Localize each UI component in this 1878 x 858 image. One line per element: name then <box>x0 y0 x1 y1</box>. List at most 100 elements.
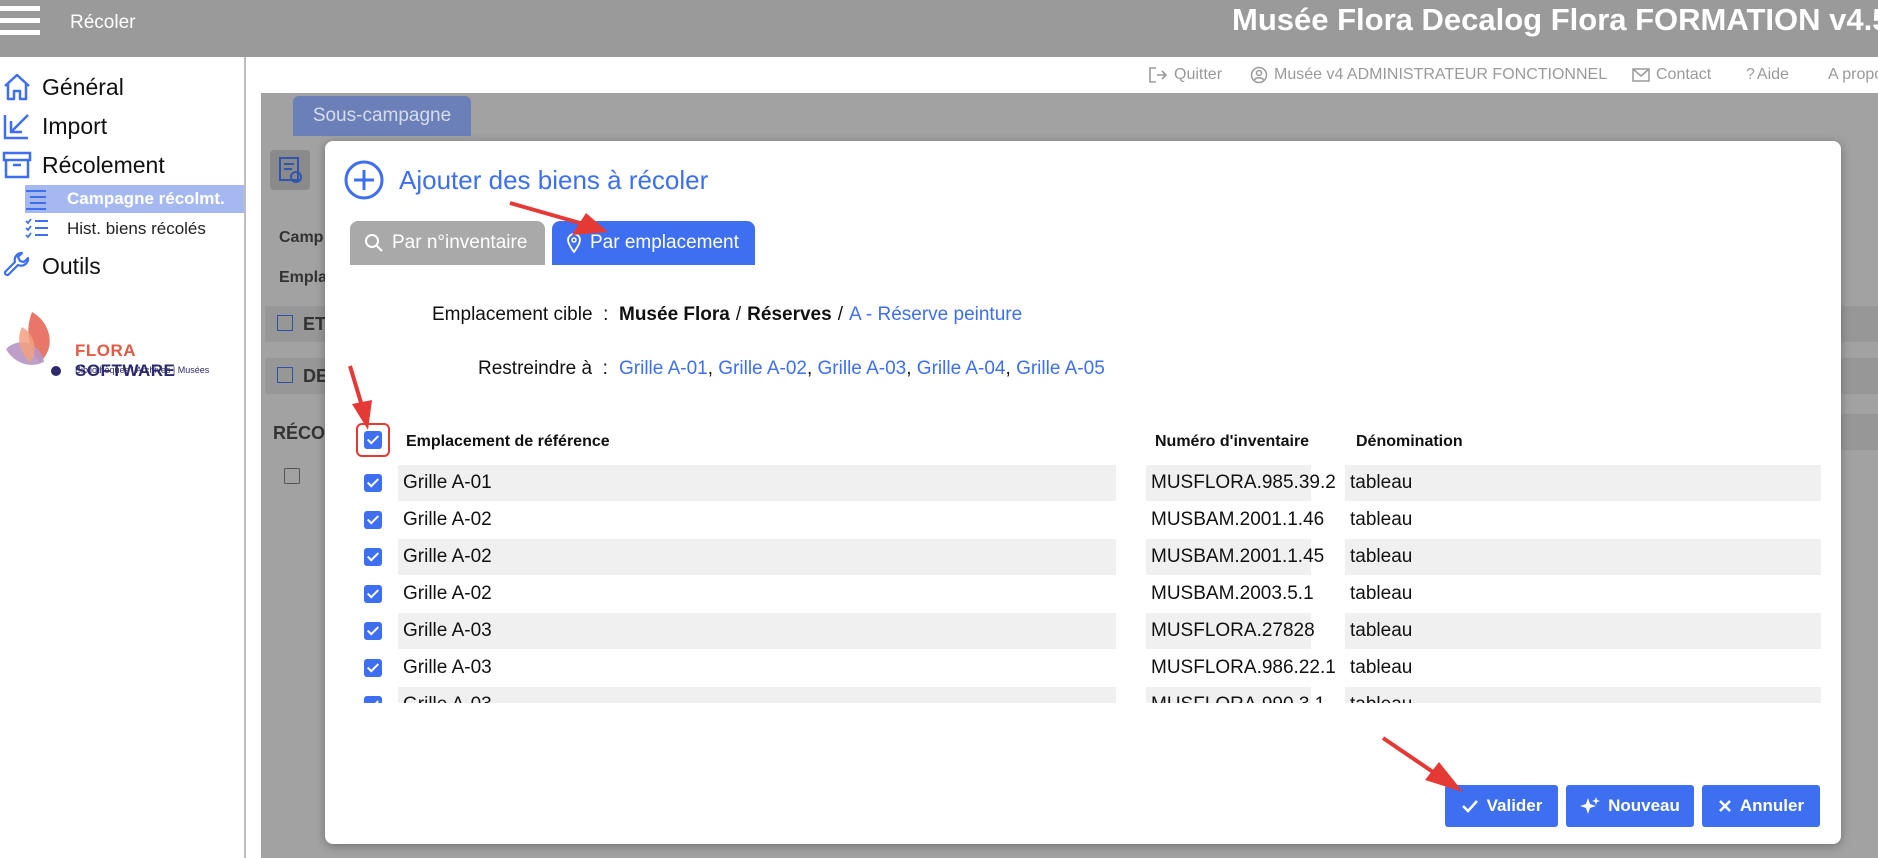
sidebar-item-recolement[interactable]: Récolement <box>0 148 165 182</box>
cell-inventory: MUSFLORA.985.39.2 <box>1146 465 1336 501</box>
add-items-modal: Ajouter des biens à récoler Par n°invent… <box>325 141 1841 844</box>
restrict-label: Restreindre à : <box>478 358 608 379</box>
row-checkbox[interactable] <box>364 548 382 566</box>
table-row[interactable]: Grille A-02 MUSBAM.2001.1.45 tableau <box>345 539 1821 575</box>
expand-icon[interactable] <box>277 315 293 331</box>
cell-name: tableau <box>1345 576 1821 612</box>
cell-inventory: MUSBAM.2001.1.45 <box>1146 539 1324 575</box>
hamburger-menu-icon[interactable] <box>0 6 40 36</box>
table-row[interactable]: Grille A-03 MUSFLORA.990.3.1 tableau <box>345 687 1821 703</box>
bg-checkbox[interactable] <box>284 468 300 484</box>
flora-software-logo: FLORA SOFTWARE Bibliothèques | Archives … <box>0 307 240 382</box>
bg-label-reco: RÉCO <box>273 423 326 443</box>
exit-icon <box>1149 67 1168 83</box>
cell-location: Grille A-03 <box>398 613 1116 649</box>
restrict-item[interactable]: Grille A-04 <box>917 358 1006 379</box>
row-checkbox[interactable] <box>364 585 382 603</box>
sidebar-item-label: Général <box>42 73 124 100</box>
about-link[interactable]: A propos <box>1828 66 1878 84</box>
flora-logo-icon <box>6 312 61 376</box>
tab-label: Par emplacement <box>590 232 739 253</box>
path-segment-current[interactable]: A - Réserve peinture <box>849 304 1022 325</box>
bg-label-emplacement: Empla <box>279 269 328 286</box>
restrict-item[interactable]: Grille A-01 <box>619 358 708 379</box>
contact-link[interactable]: Contact <box>1632 66 1711 84</box>
cell-location: Grille A-02 <box>398 576 1116 612</box>
cell-name: tableau <box>1345 613 1821 649</box>
cell-location: Grille A-02 <box>398 539 1116 575</box>
row-checkbox[interactable] <box>364 696 382 703</box>
envelope-icon <box>1632 68 1650 82</box>
quit-link[interactable]: Quitter <box>1148 66 1222 84</box>
column-header-inventory[interactable]: Numéro d'inventaire <box>1155 433 1309 451</box>
sidebar-item-outils[interactable]: Outils <box>0 249 101 283</box>
sidebar-item-import[interactable]: Import <box>0 109 107 143</box>
top-bar: Récoler Musée Flora Decalog Flora FORMAT… <box>0 0 1878 57</box>
contact-label: Contact <box>1656 66 1712 83</box>
table-row[interactable]: Grille A-01 MUSFLORA.985.39.2 tableau <box>345 465 1821 501</box>
restrict-item[interactable]: Grille A-03 <box>818 358 907 379</box>
question-icon: ? <box>1746 66 1755 83</box>
select-all-checkbox[interactable] <box>364 431 382 449</box>
wrench-icon <box>3 251 30 277</box>
user-label: Musée v4 ADMINISTRATEUR FONCTIONNEL <box>1274 66 1608 83</box>
path-segment[interactable]: Musée Flora <box>619 304 730 325</box>
bg-row-right-2 <box>1841 358 1878 394</box>
help-link[interactable]: ? Aide <box>1746 66 1789 84</box>
restrict-item[interactable]: Grille A-05 <box>1016 358 1105 379</box>
add-circle-icon <box>344 160 384 200</box>
validate-button[interactable]: Valider <box>1445 785 1558 827</box>
tab-sous-campagne[interactable]: Sous-campagne <box>293 96 471 136</box>
user-link[interactable]: Musée v4 ADMINISTRATEUR FONCTIONNEL <box>1250 66 1607 84</box>
sidebar-subitem-campagne[interactable]: Campagne récolmt. <box>25 185 244 213</box>
tab-label: Par n°inventaire <box>392 232 528 253</box>
list-icon <box>26 190 46 210</box>
sidebar-item-general[interactable]: Général <box>0 70 124 104</box>
sidebar-subitem-hist[interactable]: Hist. biens récolés <box>25 215 244 243</box>
tab-par-inventaire[interactable]: Par n°inventaire <box>350 221 545 265</box>
map-pin-icon <box>567 233 581 253</box>
cancel-button[interactable]: Annuler <box>1702 785 1820 827</box>
new-button[interactable]: Nouveau <box>1566 785 1694 827</box>
cell-location: Grille A-02 <box>398 502 1116 538</box>
import-icon <box>3 114 29 140</box>
table-row[interactable]: Grille A-03 MUSFLORA.27828 tableau <box>345 613 1821 649</box>
archive-icon <box>2 151 32 179</box>
column-header-location[interactable]: Emplacement de référence <box>406 433 610 451</box>
bg-label-campagne: Camp <box>279 229 324 246</box>
cell-inventory: MUSFLORA.986.22.1 <box>1146 650 1336 686</box>
sidebar-subitem-label: Hist. biens récolés <box>67 219 206 238</box>
cell-inventory: MUSBAM.2001.1.46 <box>1146 502 1324 538</box>
campaign-icon <box>270 150 310 190</box>
cell-location: Grille A-03 <box>398 650 1116 686</box>
help-label: Aide <box>1756 66 1789 83</box>
row-checkbox[interactable] <box>364 622 382 640</box>
table-row[interactable]: Grille A-02 MUSBAM.2001.1.46 tableau <box>345 502 1821 538</box>
cancel-label: Annuler <box>1739 796 1805 815</box>
path-segment[interactable]: Réserves <box>747 304 832 325</box>
table-row[interactable]: Grille A-02 MUSBAM.2003.5.1 tableau <box>345 576 1821 612</box>
sidebar-item-label: Import <box>42 112 108 139</box>
tab-par-emplacement[interactable]: Par emplacement <box>552 221 755 265</box>
restrict-list: Grille A-01, Grille A-02, Grille A-03, G… <box>619 358 1105 379</box>
checklist-icon <box>25 218 48 239</box>
check-icon <box>1461 800 1478 813</box>
expand-icon[interactable] <box>277 367 293 383</box>
row-checkbox[interactable] <box>364 511 382 529</box>
home-icon <box>4 73 30 101</box>
bg-row-right-3 <box>1841 414 1878 450</box>
row-checkbox[interactable] <box>364 659 382 677</box>
cell-name: tableau <box>1345 650 1821 686</box>
row-checkbox[interactable] <box>364 474 382 492</box>
table-row[interactable]: Grille A-03 MUSFLORA.986.22.1 tableau <box>345 650 1821 686</box>
logo-brand: FLORA SOFTWARE <box>75 341 176 380</box>
column-header-name[interactable]: Dénomination <box>1356 433 1463 451</box>
cell-inventory: MUSFLORA.27828 <box>1146 613 1315 649</box>
quit-label: Quitter <box>1174 66 1223 83</box>
cell-name: tableau <box>1345 687 1821 703</box>
items-table: Emplacement de référence Numéro d'invent… <box>345 423 1821 703</box>
restrict-item[interactable]: Grille A-02 <box>718 358 807 379</box>
cell-name: tableau <box>1345 539 1821 575</box>
cell-name: tableau <box>1345 502 1821 538</box>
app-name: Récoler <box>70 12 136 33</box>
